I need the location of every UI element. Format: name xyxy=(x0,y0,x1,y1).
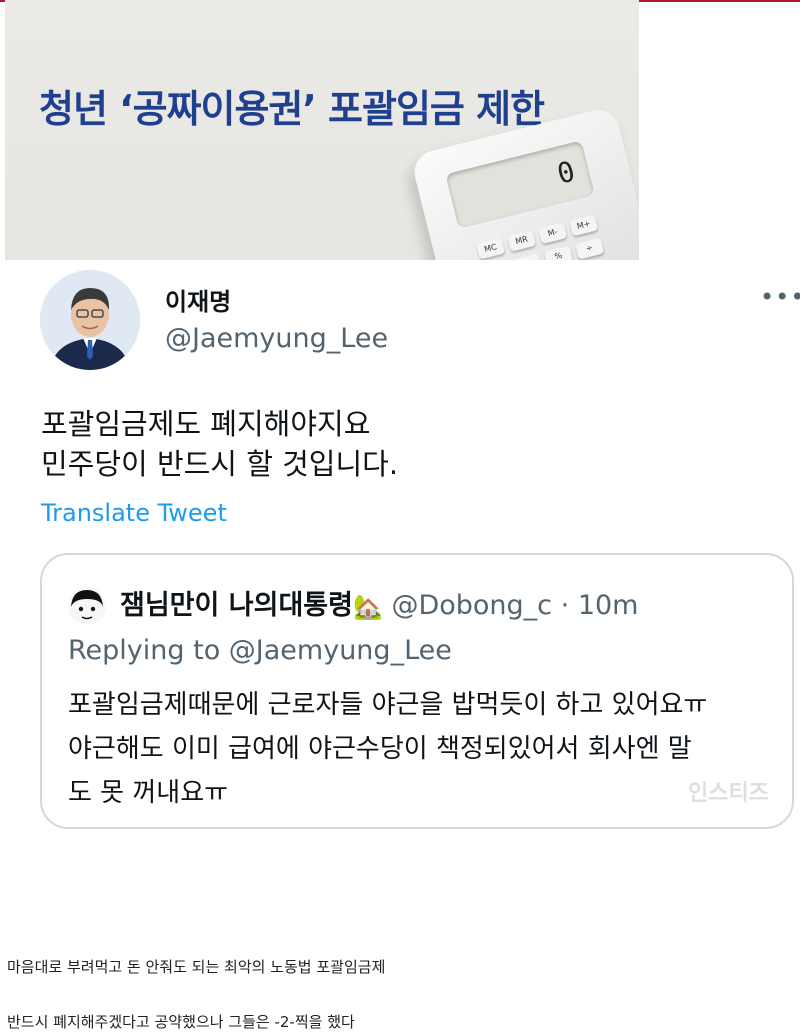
author-handle[interactable]: @Jaemyung_Lee xyxy=(165,323,388,354)
house-icon: 🏡 xyxy=(352,592,383,621)
tweet-text: 포괄임금제도 폐지해야지요 민주당이 반드시 할 것입니다. xyxy=(41,404,398,484)
translate-tweet-link[interactable]: Translate Tweet xyxy=(41,499,227,527)
calculator-key: MC xyxy=(476,237,506,260)
profile-avatar[interactable] xyxy=(40,270,140,370)
quoted-text-line: 야근해도 이미 급여에 야근수당이 책정되있어서 회사엔 말 xyxy=(68,734,692,764)
quoted-text: 포괄임금제때문에 근로자들 야근을 밥먹듯이 하고 있어요ㅠ 야근해도 이미 급… xyxy=(68,683,780,815)
more-options-icon[interactable]: ••• xyxy=(760,283,800,311)
calculator-key: M- xyxy=(538,222,568,245)
quoted-timestamp[interactable]: 10m xyxy=(578,590,639,621)
calculator-key: MR xyxy=(507,229,537,252)
quoted-display-name[interactable]: 잼님만이 나의대통령 xyxy=(120,590,353,621)
replying-to-label: Replying to @Jaemyung_Lee xyxy=(68,635,452,666)
tweet-text-line: 포괄임금제도 폐지해야지요 xyxy=(41,407,371,441)
news-banner-image: 청년 ‘공짜이용권’ 포괄임금 제한 0 MCMRM-M+ 89%÷ xyxy=(5,0,639,260)
quoted-avatar[interactable] xyxy=(68,587,106,625)
quoted-handle[interactable]: @Dobong_c xyxy=(391,590,552,621)
calculator-key: 9 xyxy=(512,253,543,260)
tweet-text-line: 민주당이 반드시 할 것입니다. xyxy=(41,447,399,481)
quoted-tweet-card[interactable]: 잼님만이 나의대통령🏡 @Dobong_c · 10m Replying to … xyxy=(40,553,794,829)
author-display-name[interactable]: 이재명 xyxy=(165,282,231,317)
cartoon-face-icon xyxy=(68,587,106,625)
post-caption-line: 마음대로 부려먹고 돈 안줘도 되는 최악의 노동법 포괄임금제 xyxy=(7,958,386,976)
quoted-header: 잼님만이 나의대통령🏡 @Dobong_c · 10m xyxy=(120,583,638,622)
quoted-text-line: 도 못 꺼내요ㅠ xyxy=(68,778,229,808)
banner-title: 청년 ‘공짜이용권’ 포괄임금 제한 xyxy=(39,87,545,131)
calculator-key: % xyxy=(543,245,574,260)
calculator-key: M+ xyxy=(569,214,599,237)
quoted-text-line: 포괄임금제때문에 근로자들 야근을 밥먹듯이 하고 있어요ㅠ xyxy=(68,690,708,720)
meta-separator: · xyxy=(560,590,570,621)
post-caption-line: 반드시 폐지해주겠다고 공약했으나 그들은 -2-찍을 했다 xyxy=(7,1013,355,1031)
site-watermark: 인스티즈 xyxy=(688,781,769,806)
calculator-key: ÷ xyxy=(575,237,605,260)
person-portrait-icon xyxy=(40,270,140,370)
